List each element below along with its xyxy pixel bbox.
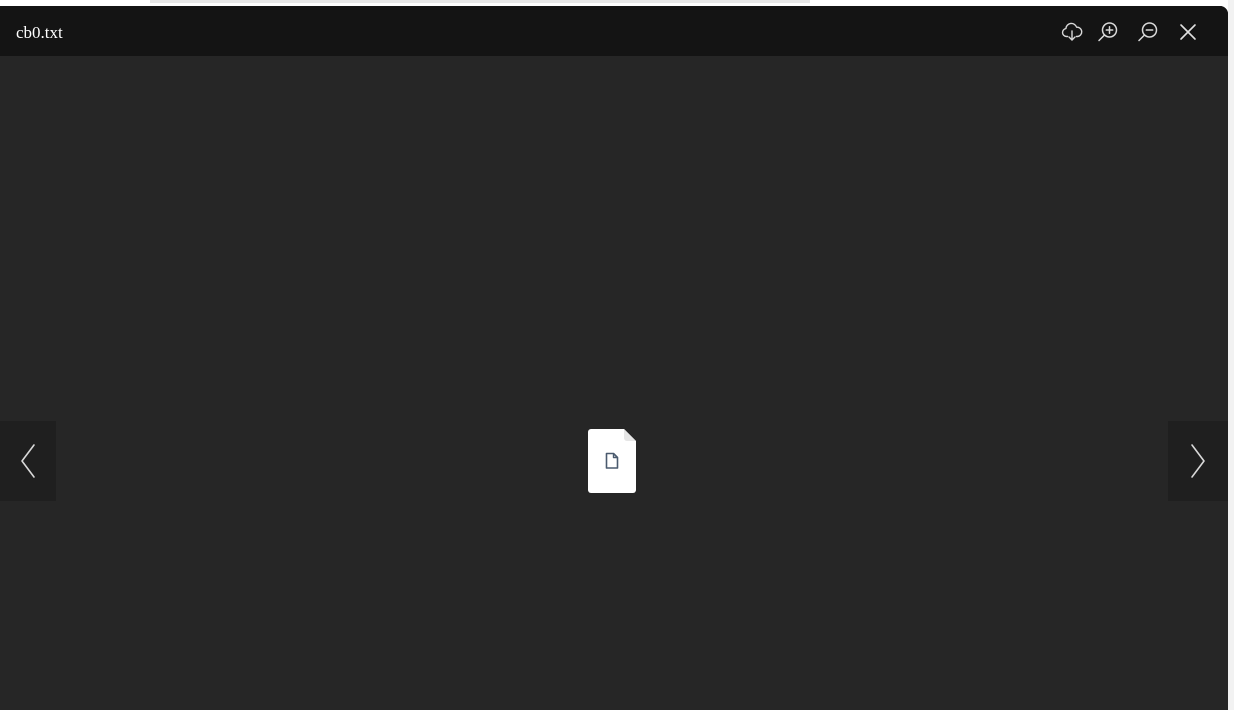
close-icon bbox=[1180, 24, 1196, 40]
close-button[interactable] bbox=[1175, 19, 1201, 45]
backdrop-strip bbox=[150, 0, 810, 3]
zoom-in-button[interactable] bbox=[1095, 19, 1121, 45]
download-button[interactable] bbox=[1059, 19, 1085, 45]
file-viewer-modal: cb0.txt bbox=[0, 6, 1228, 710]
file-name-title: cb0.txt bbox=[16, 23, 63, 42]
chevron-left-icon bbox=[21, 444, 35, 478]
zoom-out-icon bbox=[1138, 22, 1158, 42]
file-preview bbox=[588, 429, 636, 493]
page-edge bbox=[1228, 0, 1234, 710]
next-file-button[interactable] bbox=[1168, 421, 1228, 501]
zoom-out-button[interactable] bbox=[1135, 19, 1161, 45]
file-document-icon bbox=[588, 429, 636, 493]
previous-file-button[interactable] bbox=[0, 421, 56, 501]
viewer-header: cb0.txt bbox=[0, 6, 1228, 56]
chevron-right-icon bbox=[1191, 444, 1205, 478]
zoom-in-icon bbox=[1098, 22, 1118, 42]
cloud-download-icon bbox=[1061, 22, 1083, 41]
preview-stage bbox=[0, 56, 1228, 710]
